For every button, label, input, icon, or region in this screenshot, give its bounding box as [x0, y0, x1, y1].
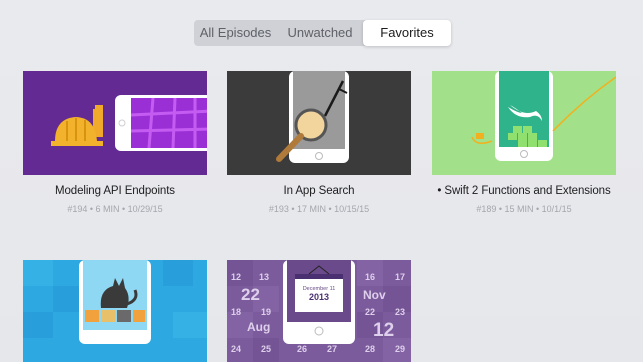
episode-meta: #193 • 17 MIN • 10/15/15	[268, 204, 370, 214]
calendar-number: 24	[231, 344, 241, 354]
calendar-number: 13	[259, 272, 269, 282]
calendar-number: 12	[231, 272, 241, 282]
episode-meta: #194 • 6 MIN • 10/29/15	[67, 204, 163, 214]
episode-thumbnail	[432, 71, 616, 175]
tab-favorites[interactable]: Favorites	[363, 20, 451, 46]
calendar-number: 22	[365, 307, 375, 317]
calendar-number: 17	[395, 272, 405, 282]
tab-unwatched[interactable]: Unwatched	[277, 20, 363, 46]
calendar-number: 28	[365, 344, 375, 354]
calendar-number: 27	[327, 344, 337, 354]
episode-thumbnail	[227, 71, 411, 175]
calendar-number: 23	[395, 307, 405, 317]
calendar-number: 19	[261, 307, 271, 317]
magnifier-phone-illustration	[227, 71, 411, 175]
episode-thumbnail	[23, 260, 207, 362]
episode-thumbnail	[23, 71, 207, 175]
hardhat-phone-illustration	[23, 71, 207, 175]
episode-title: In App Search	[283, 185, 355, 197]
calendar-number: 12	[373, 320, 394, 341]
app-screen: { "tabs": [ {"label": "All Episodes"}, {…	[0, 0, 643, 362]
episode-title: Modeling API Endpoints	[55, 185, 175, 197]
cat-phone-illustration	[23, 260, 207, 362]
calendar-number: 16	[365, 272, 375, 282]
episode-filter-tabs: All Episodes Unwatched Favorites	[194, 20, 451, 46]
episode-thumbnail: 12 13 16 17 22 Nov 18 19 22 23 Aug 12 24…	[227, 260, 411, 362]
episode-card-calendar[interactable]: 12 13 16 17 22 Nov 18 19 22 23 Aug 12 24…	[227, 260, 411, 362]
swift-logo-phone-illustration	[432, 71, 616, 175]
calendar-number: 18	[231, 307, 241, 317]
tab-all-episodes[interactable]: All Episodes	[194, 20, 277, 46]
episode-card-swift-2-functions[interactable]: • Swift 2 Functions and Extensions #189 …	[432, 71, 616, 214]
episode-meta: #189 • 15 MIN • 10/1/15	[476, 204, 572, 214]
episode-card-cat[interactable]	[23, 260, 207, 362]
calendar-phone-illustration: 12 13 16 17 22 Nov 18 19 22 23 Aug 12 24…	[227, 260, 411, 362]
calendar-month: Nov	[363, 288, 386, 302]
calendar-number: 26	[297, 344, 307, 354]
calendar-number: 22	[241, 285, 260, 304]
calendar-month: Aug	[247, 320, 270, 334]
episode-title: • Swift 2 Functions and Extensions	[437, 185, 611, 197]
calendar-number: 29	[395, 344, 405, 354]
episode-card-in-app-search[interactable]: In App Search #193 • 17 MIN • 10/15/15	[227, 71, 411, 214]
episode-card-modeling-api[interactable]: Modeling API Endpoints #194 • 6 MIN • 10…	[23, 71, 207, 214]
calendar-card-year: 2013	[309, 292, 329, 302]
calendar-number: 25	[261, 344, 271, 354]
